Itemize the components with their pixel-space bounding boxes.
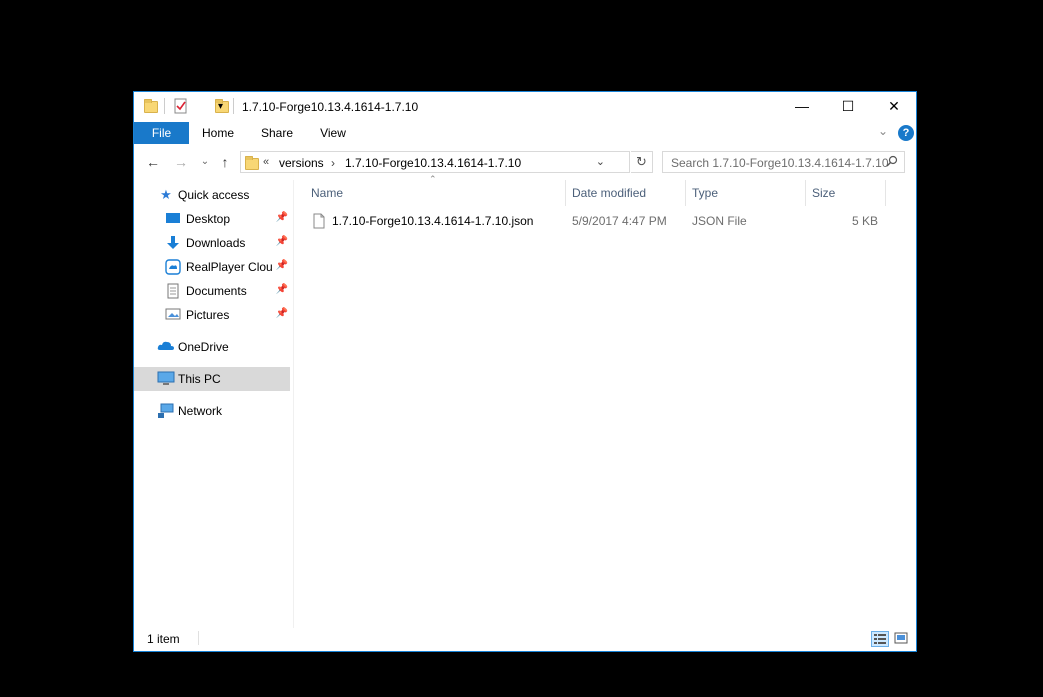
sidebar-item-this-pc[interactable]: This PC — [134, 367, 290, 391]
sidebar-item-label: Pictures — [186, 308, 230, 322]
customize-toolbar-icon[interactable]: ▾ — [218, 98, 223, 116]
navigation-bar: ← → ⌄ ↑ « versions › 1.7.10-Forge10.13.4… — [134, 148, 916, 176]
ribbon-tabs: File Home Share View ⌄ ? — [134, 122, 916, 144]
minimize-icon: — — [795, 98, 809, 114]
sidebar-item-label: Network — [178, 404, 223, 418]
folder-icon — [245, 156, 259, 170]
file-icon — [313, 213, 325, 229]
large-icons-view-button[interactable] — [893, 631, 911, 647]
maximize-icon: ☐ — [841, 98, 855, 114]
star-icon: ★ — [160, 187, 172, 202]
status-bar: 1 item — [134, 627, 916, 651]
file-list: ⌃ Name Date modified Type Size 1.7.10-Fo… — [294, 174, 916, 628]
sidebar-item-label: RealPlayer Clouc — [186, 260, 272, 274]
column-header-date-modified[interactable]: Date modified — [572, 180, 646, 206]
sidebar-item-label: Downloads — [186, 236, 246, 250]
file-explorer-window: ▾ 1.7.10-Forge10.13.4.1614-1.7.10 — ☐ ✕ … — [133, 91, 917, 652]
details-view-button[interactable] — [871, 631, 889, 647]
back-arrow-icon: ← — [146, 154, 160, 170]
refresh-icon: ↻ — [636, 154, 647, 169]
tab-view[interactable]: View — [312, 122, 354, 144]
file-name: 1.7.10-Forge10.13.4.1614-1.7.10.json — [332, 214, 534, 228]
details-view-icon — [874, 634, 886, 644]
search-input[interactable]: Search 1.7.10-Forge10.13.4.1614-1.7.10 — [671, 156, 889, 170]
column-separator[interactable] — [685, 180, 686, 206]
file-date-modified: 5/9/2017 4:47 PM — [572, 214, 667, 228]
title-divider — [233, 98, 234, 114]
sidebar-item-downloads[interactable]: Downloads 📌 — [134, 231, 290, 255]
tab-file[interactable]: File — [134, 122, 189, 144]
close-icon: ✕ — [888, 98, 900, 114]
up-button[interactable]: ↑ — [216, 153, 234, 171]
navigation-pane: ★ Quick access Desktop 📌 Downloads 📌 Rea… — [134, 180, 294, 628]
pin-icon[interactable]: 📌 — [276, 260, 288, 271]
desktop-icon — [165, 211, 181, 227]
large-icons-view-icon — [894, 632, 908, 644]
forward-button[interactable]: → — [172, 153, 190, 171]
item-count: 1 item — [147, 632, 180, 646]
file-type: JSON File — [692, 214, 747, 228]
sidebar-item-label: Documents — [186, 284, 247, 298]
toolbar-divider — [164, 98, 165, 114]
column-header-name[interactable]: Name — [311, 180, 343, 206]
breadcrumb-overflow[interactable]: « — [263, 156, 269, 168]
help-icon[interactable]: ? — [898, 125, 914, 141]
tab-home[interactable]: Home — [196, 122, 240, 144]
downloads-icon — [165, 235, 181, 251]
pin-icon[interactable]: 📌 — [276, 308, 288, 319]
sidebar-item-network[interactable]: Network — [134, 399, 290, 423]
window-title: 1.7.10-Forge10.13.4.1614-1.7.10 — [242, 100, 419, 114]
column-separator[interactable] — [885, 180, 886, 206]
sidebar-item-quick-access[interactable]: ★ Quick access — [134, 183, 290, 207]
title-bar: ▾ 1.7.10-Forge10.13.4.1614-1.7.10 — ☐ ✕ — [134, 92, 916, 122]
sidebar-item-realplayer-cloud[interactable]: RealPlayer Clouc 📌 — [134, 255, 290, 279]
recent-locations-button[interactable]: ⌄ — [196, 153, 214, 171]
computer-icon — [157, 371, 175, 387]
sidebar-item-label: This PC — [178, 372, 221, 386]
sidebar-item-onedrive[interactable]: OneDrive — [134, 335, 290, 359]
refresh-button[interactable]: ↻ — [631, 151, 653, 173]
documents-icon — [165, 283, 181, 299]
column-separator[interactable] — [805, 180, 806, 206]
file-size: 5 KB — [851, 214, 878, 228]
onedrive-icon — [157, 339, 174, 355]
properties-icon[interactable] — [174, 98, 188, 114]
search-icon — [886, 155, 898, 170]
up-arrow-icon: ↑ — [221, 154, 229, 170]
column-separator[interactable] — [565, 180, 566, 206]
search-box[interactable]: Search 1.7.10-Forge10.13.4.1614-1.7.10 — [662, 151, 905, 173]
network-icon — [157, 403, 174, 419]
forward-arrow-icon: → — [174, 154, 188, 170]
expand-ribbon-icon[interactable]: ⌄ — [878, 124, 888, 138]
column-header-size[interactable]: Size — [812, 180, 835, 206]
chevron-down-icon: ⌄ — [200, 156, 210, 167]
pin-icon[interactable]: 📌 — [276, 212, 288, 223]
pin-icon[interactable]: 📌 — [276, 284, 288, 295]
breadcrumb-current[interactable]: 1.7.10-Forge10.13.4.1614-1.7.10 — [345, 156, 521, 170]
close-button[interactable]: ✕ — [871, 92, 917, 121]
status-divider — [198, 631, 199, 645]
table-row[interactable]: 1.7.10-Forge10.13.4.1614-1.7.10.json 5/9… — [294, 210, 894, 232]
tab-share[interactable]: Share — [254, 122, 300, 144]
sidebar-item-label: Quick access — [178, 188, 250, 202]
column-header-type[interactable]: Type — [692, 180, 718, 206]
minimize-button[interactable]: — — [779, 92, 825, 121]
pictures-icon — [165, 307, 181, 323]
address-bar[interactable]: « versions › 1.7.10-Forge10.13.4.1614-1.… — [240, 151, 630, 173]
breadcrumb-versions[interactable]: versions — [279, 156, 324, 170]
sort-ascending-icon: ⌃ — [429, 174, 437, 184]
address-dropdown-icon[interactable]: ⌄ — [596, 155, 605, 168]
sidebar-item-pictures[interactable]: Pictures 📌 — [134, 303, 290, 327]
folder-icon — [144, 99, 158, 113]
realplayer-cloud-icon — [165, 259, 181, 275]
sidebar-item-documents[interactable]: Documents 📌 — [134, 279, 290, 303]
sidebar-item-label: OneDrive — [178, 340, 229, 354]
maximize-button[interactable]: ☐ — [825, 92, 871, 121]
sidebar-item-desktop[interactable]: Desktop 📌 — [134, 207, 290, 231]
breadcrumb-separator[interactable]: › — [331, 156, 335, 170]
back-button[interactable]: ← — [144, 153, 162, 171]
pin-icon[interactable]: 📌 — [276, 236, 288, 247]
sidebar-item-label: Desktop — [186, 212, 231, 226]
